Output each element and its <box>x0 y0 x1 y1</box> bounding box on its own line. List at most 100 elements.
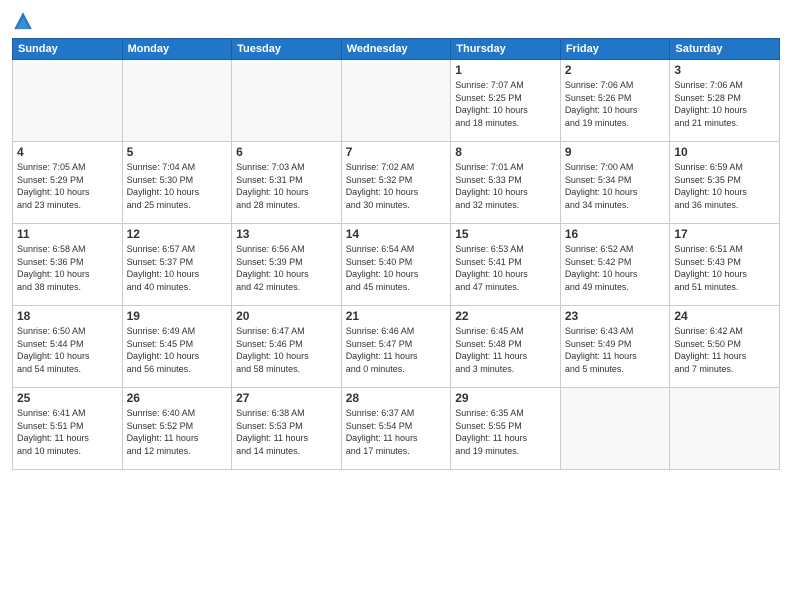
day-cell: 1 Sunrise: 7:07 AM Sunset: 5:25 PM Daylig… <box>451 60 561 142</box>
day-cell <box>341 60 451 142</box>
day-number: 20 <box>236 309 337 323</box>
day-cell: 17Sunrise: 6:51 AM Sunset: 5:43 PM Dayli… <box>670 224 780 306</box>
day-number: 29 <box>455 391 556 405</box>
day-cell: 22 Sunrise: 6:45 AM Sunset: 5:48 PM Dayli… <box>451 306 561 388</box>
day-info: Sunrise: 6:53 AM Sunset: 5:41 PM Dayligh… <box>455 243 556 293</box>
day-info: Sunrise: 6:41 AM Sunset: 5:51 PM Dayligh… <box>17 407 118 457</box>
day-cell: 15 Sunrise: 6:53 AM Sunset: 5:41 PM Dayli… <box>451 224 561 306</box>
day-cell: 9 Sunrise: 7:00 AM Sunset: 5:34 PM Daylig… <box>560 142 670 224</box>
day-cell: 13 Sunrise: 6:56 AM Sunset: 5:39 PM Dayli… <box>232 224 342 306</box>
day-info: Sunrise: 6:45 AM Sunset: 5:48 PM Dayligh… <box>455 325 556 375</box>
week-row-5: 25 Sunrise: 6:41 AM Sunset: 5:51 PM Dayli… <box>13 388 780 470</box>
calendar-table: SundayMondayTuesdayWednesdayThursdayFrid… <box>12 38 780 470</box>
day-number: 19 <box>127 309 228 323</box>
day-number: 10 <box>674 145 775 159</box>
day-cell: 7 Sunrise: 7:02 AM Sunset: 5:32 PM Daylig… <box>341 142 451 224</box>
day-info: Sunrise: 6:49 AM Sunset: 5:45 PM Dayligh… <box>127 325 228 375</box>
day-number: 14 <box>346 227 447 241</box>
header-cell-friday: Friday <box>560 39 670 60</box>
day-number: 1 <box>455 63 556 77</box>
day-number: 4 <box>17 145 118 159</box>
day-info: Sunrise: 6:42 AM Sunset: 5:50 PM Dayligh… <box>674 325 775 375</box>
header-row: SundayMondayTuesdayWednesdayThursdayFrid… <box>13 39 780 60</box>
header-cell-thursday: Thursday <box>451 39 561 60</box>
day-cell: 26Sunrise: 6:40 AM Sunset: 5:52 PM Dayli… <box>122 388 232 470</box>
day-info: Sunrise: 6:52 AM Sunset: 5:42 PM Dayligh… <box>565 243 666 293</box>
header-cell-saturday: Saturday <box>670 39 780 60</box>
day-cell: 10Sunrise: 6:59 AM Sunset: 5:35 PM Dayli… <box>670 142 780 224</box>
week-row-2: 4 Sunrise: 7:05 AM Sunset: 5:29 PM Daylig… <box>13 142 780 224</box>
day-number: 2 <box>565 63 666 77</box>
day-number: 11 <box>17 227 118 241</box>
day-cell: 19 Sunrise: 6:49 AM Sunset: 5:45 PM Dayli… <box>122 306 232 388</box>
week-row-3: 11 Sunrise: 6:58 AM Sunset: 5:36 PM Dayli… <box>13 224 780 306</box>
day-info: Sunrise: 6:35 AM Sunset: 5:55 PM Dayligh… <box>455 407 556 457</box>
day-info: Sunrise: 7:06 AM Sunset: 5:26 PM Dayligh… <box>565 79 666 129</box>
day-info: Sunrise: 6:50 AM Sunset: 5:44 PM Dayligh… <box>17 325 118 375</box>
day-cell: 20Sunrise: 6:47 AM Sunset: 5:46 PM Dayli… <box>232 306 342 388</box>
week-row-4: 18 Sunrise: 6:50 AM Sunset: 5:44 PM Dayli… <box>13 306 780 388</box>
day-cell <box>560 388 670 470</box>
calendar-header: SundayMondayTuesdayWednesdayThursdayFrid… <box>13 39 780 60</box>
week-row-1: 1 Sunrise: 7:07 AM Sunset: 5:25 PM Daylig… <box>13 60 780 142</box>
day-number: 16 <box>565 227 666 241</box>
day-number: 15 <box>455 227 556 241</box>
logo-icon <box>12 10 34 32</box>
day-info: Sunrise: 7:04 AM Sunset: 5:30 PM Dayligh… <box>127 161 228 211</box>
day-cell: 14 Sunrise: 6:54 AM Sunset: 5:40 PM Dayli… <box>341 224 451 306</box>
day-number: 8 <box>455 145 556 159</box>
day-info: Sunrise: 6:56 AM Sunset: 5:39 PM Dayligh… <box>236 243 337 293</box>
day-number: 28 <box>346 391 447 405</box>
day-cell: 12 Sunrise: 6:57 AM Sunset: 5:37 PM Dayli… <box>122 224 232 306</box>
day-info: Sunrise: 7:01 AM Sunset: 5:33 PM Dayligh… <box>455 161 556 211</box>
day-cell: 29 Sunrise: 6:35 AM Sunset: 5:55 PM Dayli… <box>451 388 561 470</box>
day-cell: 23 Sunrise: 6:43 AM Sunset: 5:49 PM Dayli… <box>560 306 670 388</box>
day-number: 7 <box>346 145 447 159</box>
day-info: Sunrise: 6:46 AM Sunset: 5:47 PM Dayligh… <box>346 325 447 375</box>
day-number: 12 <box>127 227 228 241</box>
day-number: 6 <box>236 145 337 159</box>
day-info: Sunrise: 6:40 AM Sunset: 5:52 PM Dayligh… <box>127 407 228 457</box>
day-cell: 25 Sunrise: 6:41 AM Sunset: 5:51 PM Dayli… <box>13 388 123 470</box>
day-info: Sunrise: 6:57 AM Sunset: 5:37 PM Dayligh… <box>127 243 228 293</box>
page-container: SundayMondayTuesdayWednesdayThursdayFrid… <box>0 0 792 612</box>
day-cell: 8 Sunrise: 7:01 AM Sunset: 5:33 PM Daylig… <box>451 142 561 224</box>
day-info: Sunrise: 7:07 AM Sunset: 5:25 PM Dayligh… <box>455 79 556 129</box>
day-number: 13 <box>236 227 337 241</box>
day-number: 9 <box>565 145 666 159</box>
day-cell: 6 Sunrise: 7:03 AM Sunset: 5:31 PM Daylig… <box>232 142 342 224</box>
logo <box>12 10 36 32</box>
day-info: Sunrise: 6:37 AM Sunset: 5:54 PM Dayligh… <box>346 407 447 457</box>
day-cell: 16 Sunrise: 6:52 AM Sunset: 5:42 PM Dayli… <box>560 224 670 306</box>
day-cell <box>670 388 780 470</box>
day-info: Sunrise: 7:03 AM Sunset: 5:31 PM Dayligh… <box>236 161 337 211</box>
day-cell: 5 Sunrise: 7:04 AM Sunset: 5:30 PM Daylig… <box>122 142 232 224</box>
day-number: 18 <box>17 309 118 323</box>
day-cell: 24 Sunrise: 6:42 AM Sunset: 5:50 PM Dayli… <box>670 306 780 388</box>
day-cell: 2 Sunrise: 7:06 AM Sunset: 5:26 PM Daylig… <box>560 60 670 142</box>
day-number: 25 <box>17 391 118 405</box>
day-info: Sunrise: 6:58 AM Sunset: 5:36 PM Dayligh… <box>17 243 118 293</box>
day-cell: 21Sunrise: 6:46 AM Sunset: 5:47 PM Dayli… <box>341 306 451 388</box>
day-number: 24 <box>674 309 775 323</box>
day-info: Sunrise: 7:06 AM Sunset: 5:28 PM Dayligh… <box>674 79 775 129</box>
day-info: Sunrise: 6:51 AM Sunset: 5:43 PM Dayligh… <box>674 243 775 293</box>
day-number: 22 <box>455 309 556 323</box>
day-info: Sunrise: 6:43 AM Sunset: 5:49 PM Dayligh… <box>565 325 666 375</box>
day-cell <box>13 60 123 142</box>
day-number: 23 <box>565 309 666 323</box>
header-cell-wednesday: Wednesday <box>341 39 451 60</box>
header-cell-sunday: Sunday <box>13 39 123 60</box>
day-cell: 3 Sunrise: 7:06 AM Sunset: 5:28 PM Daylig… <box>670 60 780 142</box>
day-cell <box>232 60 342 142</box>
day-cell <box>122 60 232 142</box>
day-number: 5 <box>127 145 228 159</box>
day-info: Sunrise: 7:00 AM Sunset: 5:34 PM Dayligh… <box>565 161 666 211</box>
day-cell: 11 Sunrise: 6:58 AM Sunset: 5:36 PM Dayli… <box>13 224 123 306</box>
day-number: 3 <box>674 63 775 77</box>
day-info: Sunrise: 7:02 AM Sunset: 5:32 PM Dayligh… <box>346 161 447 211</box>
day-info: Sunrise: 7:05 AM Sunset: 5:29 PM Dayligh… <box>17 161 118 211</box>
day-info: Sunrise: 6:54 AM Sunset: 5:40 PM Dayligh… <box>346 243 447 293</box>
day-cell: 27Sunrise: 6:38 AM Sunset: 5:53 PM Dayli… <box>232 388 342 470</box>
day-cell: 4 Sunrise: 7:05 AM Sunset: 5:29 PM Daylig… <box>13 142 123 224</box>
